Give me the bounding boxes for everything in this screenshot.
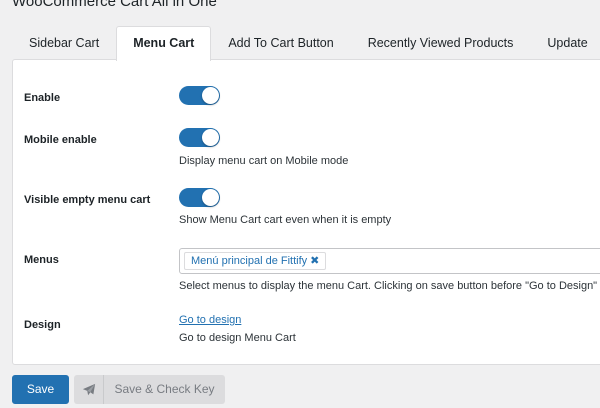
remove-chip-icon[interactable]: ✖ <box>310 253 319 269</box>
design-description: Go to design Menu Cart <box>179 332 296 344</box>
toggle-knob <box>202 87 219 104</box>
toggle-knob <box>202 129 219 146</box>
tab-update[interactable]: Update <box>530 26 600 59</box>
menus-description: Select menus to display the menu Cart. C… <box>179 280 598 292</box>
visible-empty-label: Visible empty menu cart <box>24 194 151 206</box>
tab-recently-viewed-products[interactable]: Recently Viewed Products <box>351 26 531 59</box>
settings-tabs: Sidebar Cart Menu Cart Add To Cart Butto… <box>12 26 600 61</box>
go-to-design-link[interactable]: Go to design <box>179 314 241 326</box>
enable-label: Enable <box>24 92 61 104</box>
mobile-enable-description: Display menu cart on Mobile mode <box>179 155 349 167</box>
paper-plane-icon <box>74 375 104 404</box>
tab-add-to-cart-button[interactable]: Add To Cart Button <box>211 26 350 59</box>
page-title: WooCommerce Cart All in One <box>12 0 217 10</box>
menus-label: Menus <box>24 254 59 266</box>
design-label: Design <box>24 319 61 331</box>
tab-menu-cart[interactable]: Menu Cart <box>116 26 212 61</box>
mobile-enable-toggle[interactable] <box>179 128 220 147</box>
mobile-enable-label: Mobile enable <box>24 134 97 146</box>
menu-chip: Menú principal de Fittify ✖ <box>184 252 327 270</box>
enable-toggle[interactable] <box>179 86 220 105</box>
tab-sidebar-cart[interactable]: Sidebar Cart <box>12 26 116 59</box>
save-check-key-button[interactable]: Save & Check Key <box>74 375 225 404</box>
toggle-knob <box>202 189 219 206</box>
menu-chip-label: Menú principal de Fittify <box>191 255 308 267</box>
visible-empty-toggle[interactable] <box>179 188 220 207</box>
settings-panel: Enable Mobile enable Display menu cart o… <box>12 59 600 365</box>
menus-select[interactable]: Menú principal de Fittify ✖ <box>179 248 600 274</box>
save-check-key-label: Save & Check Key <box>114 382 215 396</box>
save-button[interactable]: Save <box>12 375 69 404</box>
visible-empty-description: Show Menu Cart cart even when it is empt… <box>179 214 392 226</box>
